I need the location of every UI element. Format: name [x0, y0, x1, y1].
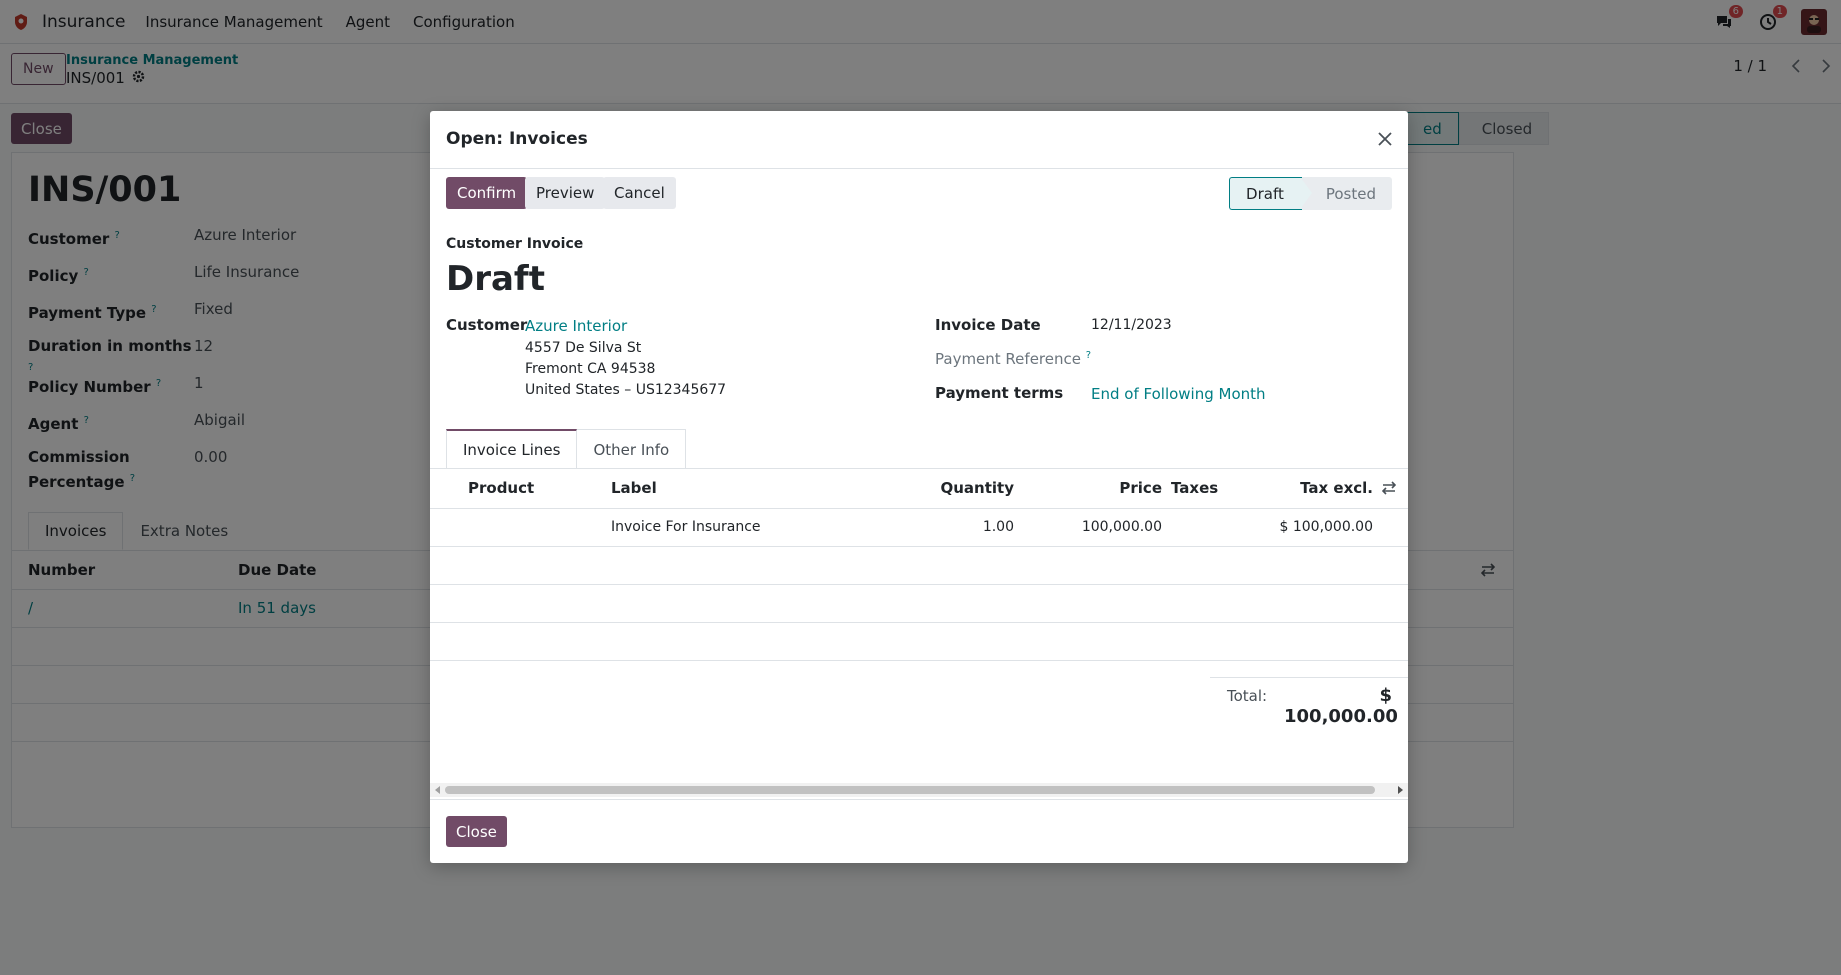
invoice-lines-header: Product Label Quantity Price Taxes Tax e…: [430, 469, 1408, 509]
optional-columns-icon[interactable]: [1381, 481, 1397, 499]
invoice-date-field[interactable]: 12/11/2023: [1091, 317, 1172, 333]
column-header[interactable]: Product: [468, 479, 534, 497]
scroll-left-icon[interactable]: [433, 785, 443, 795]
payment-terms-field[interactable]: End of Following Month: [1091, 385, 1266, 403]
status-posted[interactable]: Posted: [1301, 177, 1392, 210]
total-value: $ 100,000.00: [1284, 685, 1398, 727]
cancel-button[interactable]: Cancel: [603, 177, 676, 209]
invoice-dialog: Open: Invoices Confirm Preview Cancel Dr…: [430, 111, 1408, 863]
payment-reference-text: Payment Reference: [935, 350, 1081, 368]
column-header[interactable]: Label: [611, 479, 657, 497]
confirm-button[interactable]: Confirm: [446, 177, 528, 209]
modal-footer: Close: [430, 799, 1408, 863]
customer-label: Customer: [446, 316, 528, 334]
preview-button[interactable]: Preview: [525, 177, 606, 209]
column-header[interactable]: Price: [1062, 479, 1162, 497]
cell-quantity[interactable]: 1.00: [892, 519, 1014, 535]
document-type: Customer Invoice: [446, 236, 584, 252]
help-icon[interactable]: ?: [1086, 350, 1091, 361]
scrollbar-thumb[interactable]: [445, 786, 1375, 794]
cell-price[interactable]: 100,000.00: [1062, 519, 1162, 535]
empty-row: [430, 547, 1408, 585]
payment-reference-label: Payment Reference ?: [935, 350, 1091, 368]
address-line: 4557 De Silva St: [525, 340, 642, 356]
customer-link[interactable]: Azure Interior: [525, 317, 627, 335]
empty-row: [430, 623, 1408, 661]
document-state: Draft: [446, 259, 545, 299]
close-icon[interactable]: [1374, 128, 1396, 150]
invoice-line-row[interactable]: Invoice For Insurance 1.00 100,000.00 $ …: [430, 509, 1408, 547]
modal-header: Open: Invoices: [430, 111, 1408, 169]
column-header[interactable]: Tax excl.: [1270, 479, 1373, 497]
total-label: Total:: [1227, 687, 1268, 705]
address-line: United States – US12345677: [525, 382, 727, 398]
tab-other-info[interactable]: Other Info: [577, 429, 687, 469]
status-draft[interactable]: Draft: [1229, 177, 1314, 210]
address-line: Fremont CA 94538: [525, 361, 656, 377]
scroll-right-icon[interactable]: [1395, 785, 1405, 795]
column-header[interactable]: Quantity: [892, 479, 1015, 497]
horizontal-scrollbar[interactable]: [430, 783, 1408, 797]
invoice-tabs: Invoice Lines Other Info: [446, 429, 687, 469]
tab-invoice-lines[interactable]: Invoice Lines: [446, 429, 578, 469]
cell-tax-excl: $ 100,000.00: [1279, 519, 1373, 535]
cell-label[interactable]: Invoice For Insurance: [611, 519, 761, 535]
footer-close-button[interactable]: Close: [446, 816, 507, 847]
column-header[interactable]: Taxes: [1171, 479, 1218, 497]
empty-row: [430, 585, 1408, 623]
invoice-statusbar: Draft Posted: [1229, 177, 1392, 210]
modal-title: Open: Invoices: [446, 129, 588, 149]
invoice-date-label: Invoice Date: [935, 316, 1041, 334]
payment-terms-label: Payment terms: [935, 384, 1064, 402]
total-divider: [1210, 677, 1408, 678]
